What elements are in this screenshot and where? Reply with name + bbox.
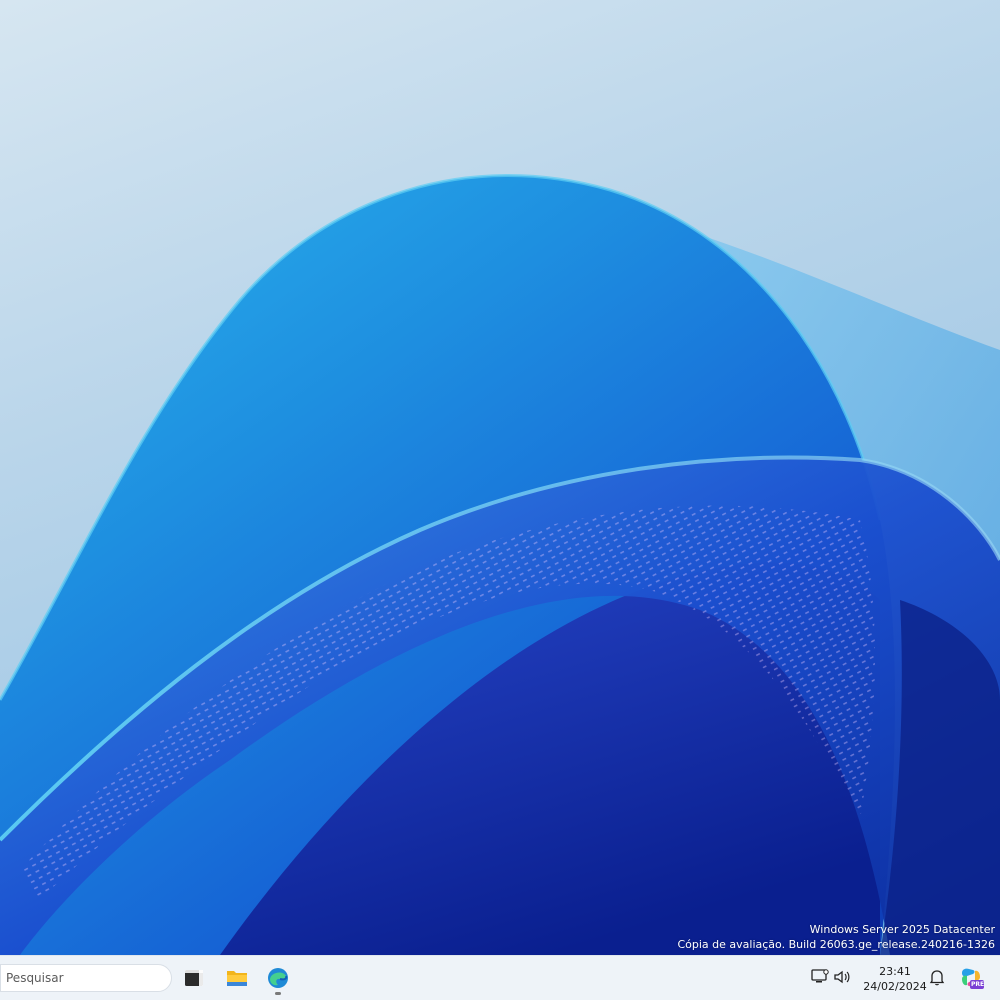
copilot-preview-badge: PRE bbox=[971, 981, 985, 988]
clock[interactable]: 23:41 24/02/2024 bbox=[856, 964, 934, 994]
notifications-button[interactable] bbox=[927, 967, 949, 989]
notification-bell-icon bbox=[929, 970, 945, 986]
network-status[interactable] bbox=[810, 967, 832, 989]
running-indicator bbox=[275, 992, 281, 995]
volume-icon bbox=[834, 970, 850, 984]
watermark-edition: Windows Server 2025 Datacenter bbox=[809, 923, 995, 936]
volume-control[interactable] bbox=[832, 967, 854, 989]
terminal-button[interactable] bbox=[176, 960, 212, 996]
file-explorer-button[interactable] bbox=[218, 960, 254, 996]
network-icon bbox=[811, 969, 829, 983]
watermark-build: Cópia de avaliação. Build 26063.ge_relea… bbox=[677, 938, 995, 951]
search-placeholder: Pesquisar bbox=[6, 971, 64, 985]
clock-time: 23:41 bbox=[879, 965, 911, 978]
clock-date: 24/02/2024 bbox=[863, 980, 927, 993]
evaluation-watermark: Windows Server 2025 Datacenter Cópia de … bbox=[677, 922, 995, 952]
wallpaper-bloom bbox=[0, 174, 1000, 955]
taskbar: Pesquisar 23:41 24/02/2024 PRE bbox=[0, 955, 1000, 1000]
edge-button[interactable] bbox=[260, 960, 296, 996]
search-box[interactable]: Pesquisar bbox=[0, 964, 172, 992]
terminal-icon bbox=[185, 970, 203, 986]
desktop[interactable]: Windows Server 2025 Datacenter Cópia de … bbox=[0, 0, 1000, 955]
edge-icon bbox=[268, 968, 288, 988]
folder-icon bbox=[227, 971, 247, 986]
copilot-button[interactable]: PRE bbox=[958, 965, 984, 991]
